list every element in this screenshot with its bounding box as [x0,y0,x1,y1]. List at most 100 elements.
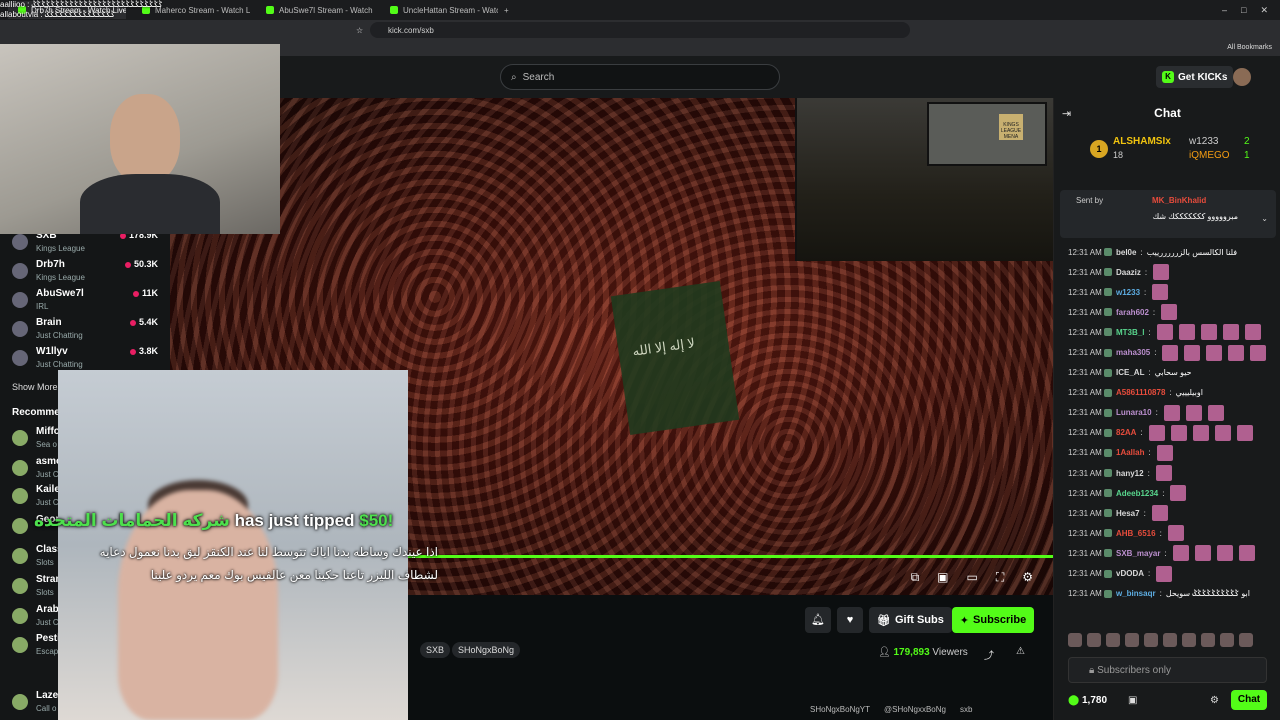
gift-subs-button[interactable]: 🎁︎ Gift Subs [869,607,952,633]
colon: : [1164,548,1167,558]
url-text: kick.com/sxb [388,25,434,35]
report-icon[interactable]: ⚠ [1016,646,1025,657]
emote[interactable] [1144,633,1158,647]
message-user[interactable]: bel0e [1116,248,1136,257]
avatar [12,321,28,337]
chat-message: 12:31 AM maha305: [1068,342,1278,362]
sidebar-item-brain[interactable]: Brain Just Chatting 5.4K [8,317,162,345]
badge-icon [1104,509,1112,518]
sidebar-item-sxb[interactable]: SXB Kings League 178.9K [8,230,162,258]
all-bookmarks-button[interactable]: All Bookmarks [1227,44,1272,51]
message-user[interactable]: Hesa7 [1116,509,1140,518]
message-user[interactable]: w_binsaqr [1116,589,1156,598]
chat-input[interactable]: 🔒︎ Subscribers only [1068,657,1267,683]
get-kicks-button[interactable]: K Get KICKs [1156,66,1234,88]
fullscreen-icon[interactable]: ⛶ [996,570,1004,585]
settings-gear-icon[interactable]: ⚙ [1022,570,1033,585]
follow-heart-button[interactable]: ♥ [837,607,863,633]
emote[interactable] [1182,633,1196,647]
emote [1214,424,1231,441]
message-user[interactable]: Adeeb1234 [1116,489,1158,498]
message-user[interactable]: Daaziz [1116,268,1141,277]
url-field[interactable]: kick.com/sxb [370,22,910,38]
message-user[interactable]: 1Aallah [1116,448,1144,457]
leader-name[interactable]: ALSHAMSIx [1113,136,1171,147]
pinned-message[interactable]: Sent by MK_BinKhalid مبرووووو كككككككك ش… [1060,190,1276,238]
message-user[interactable]: SXB_mayar [1116,549,1160,558]
chat-settings-icon[interactable]: ⚙ [1210,695,1219,706]
message-user[interactable]: AHB_6516 [1116,529,1156,538]
pip-icon[interactable]: ⧉ [911,570,920,585]
message-time: 12:31 AM [1068,267,1102,277]
subscribe-button[interactable]: ✦ Subscribe [952,607,1034,633]
browser-tab-3[interactable]: UncleHattan Stream - Watch Live on× [380,1,498,19]
kicks-balance[interactable]: ⬤ 1,780 [1068,695,1107,706]
clip-icon[interactable]: ▣ [937,570,948,585]
leader-name[interactable]: w1233 [1189,136,1218,147]
discord-social-link[interactable]: sxb [960,705,972,714]
emote[interactable] [1068,633,1082,647]
channel-category: Kings League [36,273,85,282]
message-user[interactable]: Lunara10 [1116,408,1152,417]
tag-shongxbong[interactable]: SHoNgxBoNg [452,642,521,658]
message-user[interactable]: maha305 [1116,348,1150,357]
gift-subs-label: Gift Subs [894,614,944,626]
emote [1184,344,1201,361]
badge-icon [1104,569,1112,578]
emote[interactable] [1163,633,1177,647]
message-user[interactable]: A5861110878 [1116,388,1165,397]
window-close-icon[interactable]: ✕ [1260,5,1268,16]
chat-message: 12:31 AM w_binsaqr: ابو ݣݣݣݣݣݣݣݣݣݣ سويحل [1068,584,1278,604]
chat-message: 12:31 AM 82AA: [1068,423,1278,443]
emote [1206,344,1223,361]
colon: : [1152,307,1156,317]
emote[interactable] [1239,633,1253,647]
maximize-icon[interactable]: □ [1241,5,1246,16]
leader-name[interactable]: iQMEGO [1189,150,1230,161]
channel-name: Arab [36,604,59,615]
streamer-head [110,94,180,184]
sidebar-item-abuswe7l[interactable]: AbuSwe7l IRL 11K [8,288,162,316]
emote[interactable] [1106,633,1120,647]
user-avatar[interactable] [1233,68,1251,86]
notification-bell-button[interactable]: 🔔︎ [805,607,831,633]
message-user[interactable]: vDODA [1116,569,1144,578]
message-time: 12:31 AM [1068,327,1102,337]
emote[interactable] [1220,633,1234,647]
bookmark-star-icon[interactable]: ☆ [356,26,363,35]
channel-name: Laze [36,690,59,701]
send-chat-button[interactable]: Chat [1231,690,1267,710]
message-user[interactable]: 82AA [1116,428,1136,437]
message-time: 12:31 AM [1068,307,1102,317]
viewer-count: 3.8K [130,346,158,356]
emote[interactable] [1201,633,1215,647]
message-user[interactable]: farah602 [1116,308,1149,317]
message-time: 12:31 AM [1068,508,1102,518]
gift-icon[interactable]: ▣ [1128,695,1137,706]
new-tab-icon[interactable]: + [504,6,509,15]
viewer-count: 👤︎ 179,893 Viewers [878,647,968,658]
search-input[interactable]: ⌕ Search [500,64,780,90]
chevron-down-icon[interactable]: ⌄ [1261,214,1268,223]
youtube-social-link[interactable]: @SHoNgxxBoNg [884,705,946,714]
message-user[interactable]: ICE_AL [1116,368,1144,377]
sidebar-item-drb7h[interactable]: Drb7h Kings League 50.3K [8,259,162,287]
message-user[interactable]: hany12 [1116,469,1144,478]
chat-message: 12:31 AM AHB_6516: [1068,523,1278,543]
emote[interactable] [1087,633,1101,647]
x-social-link[interactable]: SHoNgxBoNgYT [810,705,870,714]
channel-category: Sea o [36,440,57,449]
tag-sxb[interactable]: SXB [420,642,451,658]
message-user[interactable]: MT3B_l [1116,328,1144,337]
channel-name: Drb7h [36,259,65,270]
theater-mode-icon[interactable]: ▭ [966,570,977,585]
minimize-icon[interactable]: – [1222,5,1227,16]
emote[interactable] [1125,633,1139,647]
gift-icon: 🎁︎ [877,614,891,627]
share-icon[interactable]: ⤴ [984,647,994,662]
message-user[interactable]: w1233 [1116,288,1140,297]
avatar [12,234,28,250]
search-placeholder: Search [522,71,555,83]
emote [1156,565,1173,582]
show-more-button[interactable]: Show More [12,382,58,392]
